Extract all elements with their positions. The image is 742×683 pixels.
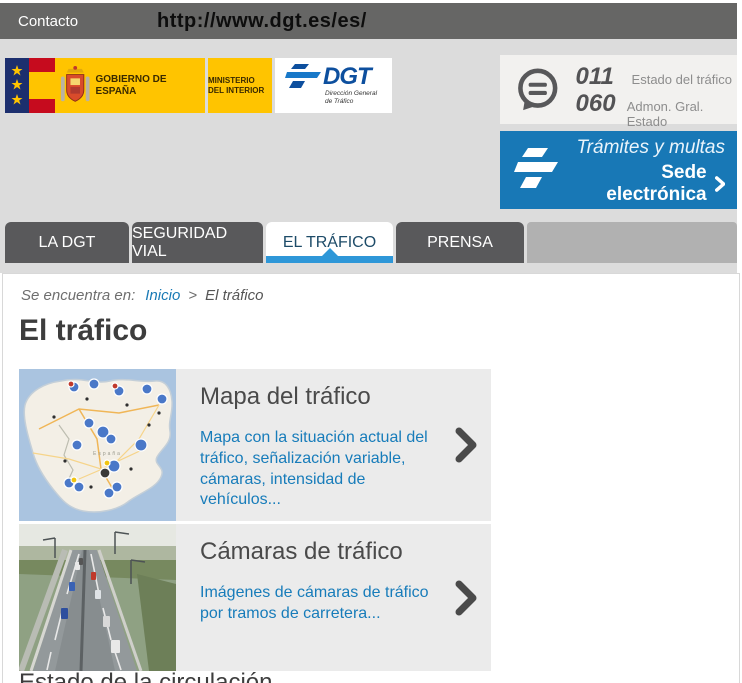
- breadcrumb-current: El tráfico: [205, 287, 263, 304]
- dgt-mark-white-icon: [514, 146, 560, 194]
- card-body: Mapa del tráfico Mapa con la situación a…: [176, 369, 491, 521]
- header: GOBIERNO DE ESPAÑA MINISTERIO DEL INTERI…: [0, 39, 737, 273]
- coat-of-arms-icon: [59, 64, 91, 108]
- dgt-subtitle-line1: Dirección General: [325, 90, 392, 98]
- sede-electronica-banner[interactable]: Trámites y multas Sede electrónica: [500, 131, 737, 209]
- tramites-label: Trámites y multas: [576, 134, 725, 163]
- speech-bubble-icon: [514, 64, 562, 116]
- highway-camera-thumbnail: [19, 524, 176, 671]
- gobierno-block: GOBIERNO DE ESPAÑA: [55, 58, 205, 113]
- phone-row-060: 060 Admon. Gral. Estado: [576, 90, 737, 117]
- phone-number-060: 060: [576, 90, 627, 118]
- card-title: Cámaras de tráfico: [200, 538, 433, 566]
- main-navigation: LA DGT SEGURIDAD VIAL EL TRÁFICO PRENSA: [5, 222, 737, 263]
- tab-prensa[interactable]: PRENSA: [396, 222, 524, 263]
- phone-label-060: Admon. Gral. Estado: [627, 99, 737, 129]
- active-tab-notch: [322, 248, 338, 256]
- eu-stars-icon: [5, 58, 29, 113]
- dgt-wordmark: DGT: [323, 65, 371, 89]
- government-logo[interactable]: GOBIERNO DE ESPAÑA MINISTERIO DEL INTERI…: [5, 58, 392, 113]
- dgt-logo[interactable]: DGT Dirección General de Tráfico: [275, 58, 392, 113]
- sede-label: Sede electrónica: [576, 162, 707, 206]
- top-bar: Contacto http://www.dgt.es/es/: [0, 3, 737, 39]
- tab-el-trafico[interactable]: EL TRÁFICO: [266, 222, 393, 263]
- dgt-subtitle-line2: de Tráfico: [325, 98, 392, 106]
- breadcrumb-home-link[interactable]: Inicio: [145, 287, 180, 304]
- contact-link[interactable]: Contacto: [18, 13, 78, 30]
- chevron-right-icon[interactable]: [455, 427, 477, 463]
- dgt-mark-icon: [285, 64, 323, 90]
- chevron-right-icon: [715, 175, 725, 193]
- phone-label-011: Estado del tráfico: [632, 72, 732, 87]
- phone-number-011: 011: [576, 63, 632, 91]
- card-body: Cámaras de tráfico Imágenes de cámaras d…: [176, 524, 491, 671]
- breadcrumb: Se encuentra en: Inicio > El tráfico: [21, 287, 263, 304]
- chevron-right-icon[interactable]: [455, 580, 477, 616]
- breadcrumb-prefix: Se encuentra en:: [21, 287, 135, 304]
- card-description: Imágenes de cámaras de tráfico por tramo…: [200, 583, 433, 625]
- active-tab-underline: [266, 256, 393, 263]
- spain-flag-icon: [29, 58, 55, 113]
- ministerio-label: MINISTERIO DEL INTERIOR: [208, 76, 272, 96]
- page-title: El tráfico: [19, 314, 147, 348]
- phone-row-011: 011 Estado del tráfico: [576, 63, 737, 90]
- card-title: Mapa del tráfico: [200, 383, 433, 411]
- ministerio-block: MINISTERIO DEL INTERIOR: [208, 58, 272, 113]
- spain-traffic-map-thumbnail: España: [19, 369, 176, 521]
- card-mapa-del-trafico[interactable]: España Mapa del tráfico Mapa con la situ…: [19, 369, 491, 521]
- main-content: Se encuentra en: Inicio > El tráfico El trá…: [2, 273, 740, 683]
- tabbar-filler: [527, 222, 737, 263]
- card-camaras-de-trafico[interactable]: Cámaras de tráfico Imágenes de cámaras d…: [19, 524, 491, 671]
- gobierno-label: GOBIERNO DE ESPAÑA: [95, 74, 205, 98]
- dgt-homepage: Contacto http://www.dgt.es/es/: [0, 0, 742, 683]
- phone-info-box: 011 Estado del tráfico 060 Admon. Gral. …: [500, 55, 737, 124]
- svg-text:España: España: [93, 451, 122, 457]
- card-description: Mapa con la situación actual del tráfico…: [200, 428, 433, 511]
- section-title-estado-circulacion: Estado de la circulación: [19, 669, 272, 683]
- address-url[interactable]: http://www.dgt.es/es/: [157, 10, 367, 33]
- tab-la-dgt[interactable]: LA DGT: [5, 222, 129, 263]
- tab-seguridad-vial[interactable]: SEGURIDAD VIAL: [132, 222, 263, 263]
- breadcrumb-separator: >: [188, 287, 197, 304]
